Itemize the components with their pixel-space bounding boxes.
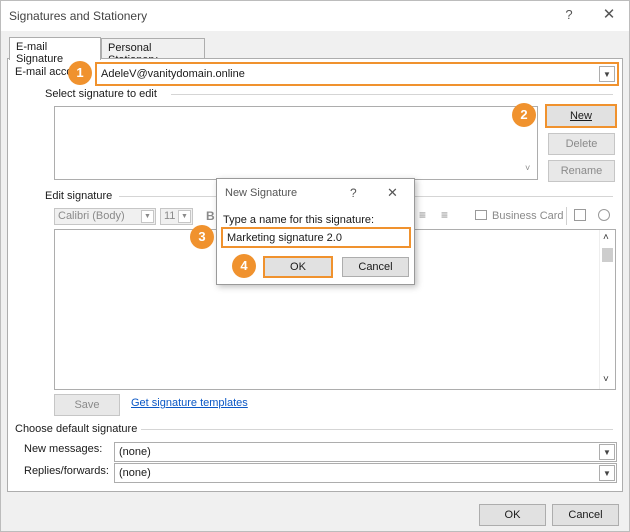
ok-button[interactable]: OK [479, 504, 546, 526]
signature-name-value: Marketing signature 2.0 [227, 232, 342, 244]
new-signature-label: New [569, 110, 592, 122]
dialog-help-icon[interactable]: ? [350, 186, 357, 200]
email-account-label: E-mail acco [15, 66, 73, 78]
toolbar-separator [566, 207, 567, 225]
signatures-window: Signatures and Stationery ? ✕ E-mail Sig… [0, 0, 630, 532]
dialog-ok-label: OK [290, 261, 306, 273]
email-account-select[interactable]: AdeleV@vanitydomain.online ▼ [95, 62, 619, 86]
cancel-label: Cancel [568, 509, 603, 521]
new-messages-select[interactable]: (none) ▼ [114, 442, 617, 462]
tab-email-signature[interactable]: E-mail Signature [9, 37, 101, 65]
new-signature-button[interactable]: New [545, 104, 617, 128]
signature-name-prompt: Type a name for this signature: [223, 214, 375, 226]
signature-templates-link[interactable]: Get signature templates [131, 397, 248, 409]
step-badge-3: 3 [190, 225, 214, 249]
replies-forwards-select[interactable]: (none) ▼ [114, 463, 617, 483]
cancel-button[interactable]: Cancel [552, 504, 619, 526]
email-account-value: AdeleV@vanitydomain.online [101, 68, 245, 80]
title-bar: Signatures and Stationery ? ✕ [1, 1, 629, 31]
new-messages-value: (none) [119, 446, 151, 458]
replies-forwards-label: Replies/forwards: [24, 465, 109, 477]
new-messages-label: New messages: [24, 443, 103, 455]
insert-hyperlink-icon[interactable] [598, 209, 610, 221]
rename-signature-label: Rename [560, 165, 603, 177]
bold-icon[interactable]: B [206, 209, 215, 223]
divider [171, 94, 613, 95]
dialog-cancel-button[interactable]: Cancel [342, 257, 409, 277]
signature-list[interactable]: ˄ ˅ [54, 106, 538, 180]
help-icon[interactable]: ? [561, 7, 577, 22]
dialog-close-icon[interactable]: ✕ [387, 185, 398, 201]
delete-signature-label: Delete [565, 138, 598, 150]
select-signature-label: Select signature to edit [45, 88, 157, 100]
font-value: Calibri (Body) [58, 210, 125, 222]
business-card-icon [475, 210, 487, 220]
align-justify-icon[interactable]: ≡ [441, 208, 448, 222]
edit-signature-label: Edit signature [45, 190, 113, 202]
replies-forwards-value: (none) [119, 467, 151, 479]
font-select[interactable]: Calibri (Body) ▼ [54, 208, 156, 225]
tab-email-signature-label: E-mail Signature [16, 41, 64, 65]
font-size-select[interactable]: 11 ▼ [160, 208, 193, 225]
dialog-ok-button[interactable]: OK [263, 256, 333, 278]
scroll-down-icon[interactable]: ˅ [525, 163, 530, 173]
tab-personal-stationery[interactable]: Personal Stationery [101, 38, 205, 66]
dialog-cancel-label: Cancel [358, 261, 393, 273]
delete-signature-button[interactable]: Delete [548, 133, 615, 155]
insert-picture-icon[interactable] [574, 209, 586, 221]
save-label: Save [74, 399, 100, 411]
chevron-down-icon[interactable]: ▼ [599, 465, 615, 481]
step-badge-4: 4 [232, 254, 256, 278]
step-badge-2: 2 [512, 103, 536, 127]
scroll-down-icon[interactable]: ˅ [603, 374, 609, 385]
scroll-up-icon[interactable]: ˄ [603, 232, 609, 243]
divider [141, 429, 613, 430]
business-card-label[interactable]: Business Card [492, 210, 564, 222]
chevron-down-icon[interactable]: ▼ [178, 210, 191, 223]
chevron-down-icon[interactable]: ▼ [599, 444, 615, 460]
signature-name-input[interactable]: Marketing signature 2.0 [221, 227, 411, 248]
close-icon[interactable]: ✕ [599, 5, 619, 23]
save-button[interactable]: Save [54, 394, 120, 416]
font-size-value: 11 [164, 210, 176, 222]
divider [415, 196, 613, 197]
align-right-icon[interactable]: ≡ [419, 208, 426, 222]
step-badge-1: 1 [68, 61, 92, 85]
ok-label: OK [504, 509, 521, 521]
window-title: Signatures and Stationery [9, 9, 148, 23]
chevron-down-icon[interactable]: ▼ [599, 66, 615, 82]
chevron-down-icon[interactable]: ▼ [141, 210, 154, 223]
scroll-thumb[interactable] [602, 248, 613, 262]
default-signature-heading: Choose default signature [15, 423, 138, 435]
rename-signature-button[interactable]: Rename [548, 160, 615, 182]
editor-scrollbar[interactable]: ˄ ˅ [599, 230, 615, 389]
divider [119, 196, 217, 197]
new-signature-dialog-title: New Signature [225, 187, 298, 199]
